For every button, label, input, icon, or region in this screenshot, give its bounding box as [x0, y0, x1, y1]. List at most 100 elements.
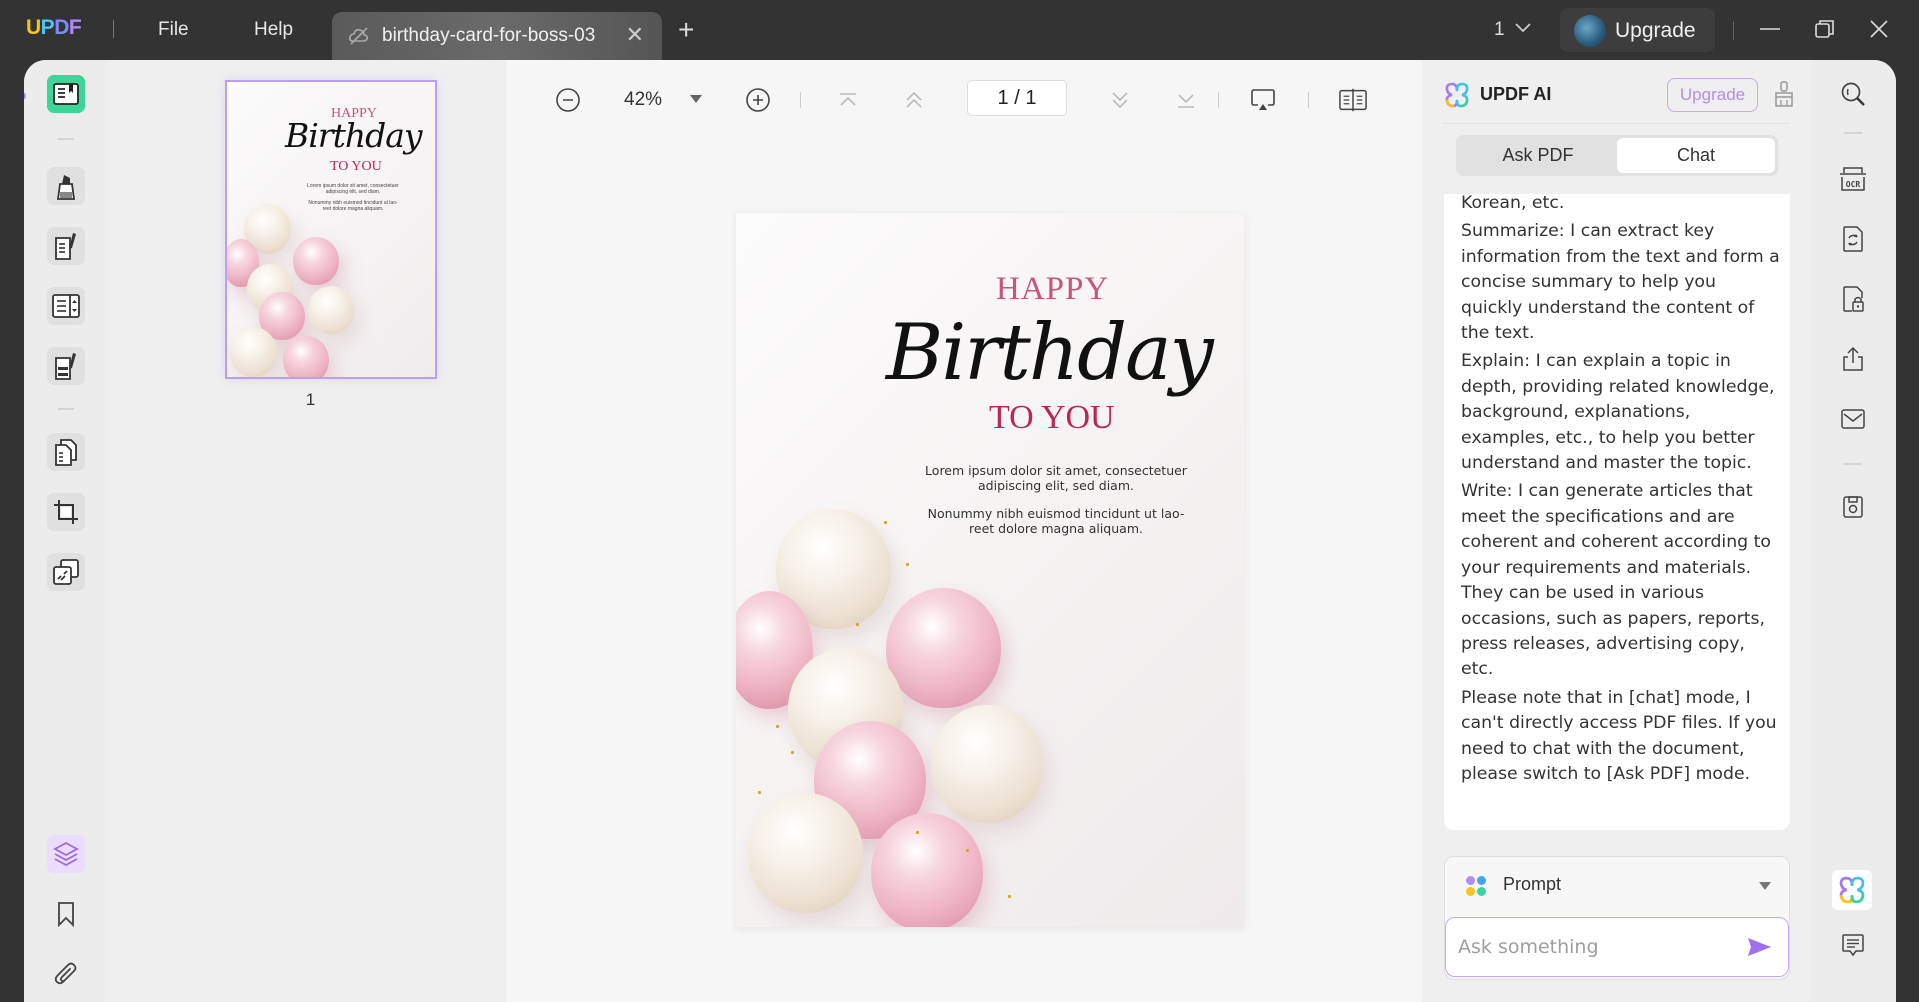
form-button[interactable] [47, 287, 85, 325]
page-display-button[interactable] [1339, 86, 1367, 114]
svg-text:OCR: OCR [1846, 180, 1861, 189]
card-birthday-text: Birthday [886, 308, 1214, 398]
bookmark-icon [58, 902, 74, 927]
zoom-out-icon [556, 88, 580, 112]
layers-button[interactable] [47, 835, 85, 873]
fill-sign-button[interactable] [47, 347, 85, 385]
page-number-input[interactable]: 1 / 1 [967, 80, 1067, 116]
prompt-selector[interactable]: Prompt [1503, 874, 1561, 895]
ask-input-box [1445, 917, 1789, 977]
prompt-dropdown-icon[interactable] [1759, 882, 1771, 890]
page-thumbnail[interactable]: HAPPY Birthday TO YOU Lorem ipsum dolor … [225, 80, 437, 379]
document-viewer: 42% 1 / 1 HAPPY Birthday TO YOU Lorem ip… [507, 60, 1422, 1002]
tab-chat[interactable]: Chat [1617, 138, 1775, 173]
ai-assistant-panel: UPDF AI Upgrade Ask PDF Chat Korean, etc… [1422, 60, 1810, 1002]
rail-divider [1844, 132, 1862, 134]
updf-logo: UPDF [26, 16, 82, 39]
ai-upgrade-button[interactable]: Upgrade [1667, 78, 1758, 112]
comments-button[interactable] [1838, 930, 1868, 960]
balloon-image [748, 793, 863, 913]
previous-page-button[interactable] [900, 86, 928, 114]
ask-input[interactable] [1458, 932, 1728, 962]
attachment-button[interactable] [47, 955, 85, 993]
prompt-composer: Prompt [1444, 856, 1790, 980]
zoom-in-button[interactable] [744, 86, 772, 114]
prompt-icon [1466, 876, 1486, 896]
unsynced-cloud-icon [349, 27, 368, 45]
edit-pdf-button[interactable] [47, 227, 85, 265]
toolbar-separator [1308, 92, 1309, 108]
document-tab[interactable]: birthday-card-for-boss-03 ✕ [332, 12, 662, 60]
thumb-toyou: TO YOU [330, 159, 382, 174]
close-window-icon[interactable] [1866, 16, 1892, 42]
edit-document-icon [55, 233, 76, 260]
toolbar-separator [1218, 92, 1219, 108]
new-tab-button[interactable]: + [678, 14, 694, 46]
next-page-button[interactable] [1106, 86, 1134, 114]
form-icon [52, 294, 80, 318]
menu-help[interactable]: Help [254, 19, 293, 41]
window-count[interactable]: 1 [1494, 19, 1505, 41]
clear-chat-icon[interactable] [1772, 80, 1796, 108]
upgrade-button[interactable]: Upgrade [1560, 8, 1715, 52]
minimize-icon[interactable] [1757, 16, 1783, 42]
close-tab-icon[interactable]: ✕ [626, 22, 644, 48]
confetti [791, 751, 794, 754]
tab-ask-pdf[interactable]: Ask PDF [1459, 138, 1617, 173]
chat-message-area[interactable]: Korean, etc. Summarize: I can extract ke… [1444, 194, 1790, 830]
protect-button[interactable] [1838, 284, 1868, 314]
card-happy-text: HAPPY [996, 271, 1110, 307]
rail-divider [58, 138, 74, 140]
slideshow-icon [1251, 89, 1275, 110]
confetti [906, 563, 909, 566]
thumb-para: Lorem ipsum dolor sit amet, consectetuer… [307, 183, 399, 212]
convert-icon [1843, 226, 1863, 252]
right-tool-rail: OCR [1810, 60, 1896, 1002]
toolbar-separator [800, 92, 801, 108]
bookmark-button[interactable] [47, 895, 85, 933]
watermark-button[interactable] [47, 553, 85, 591]
presentation-button[interactable] [1249, 86, 1277, 114]
pdf-page[interactable]: HAPPY Birthday TO YOU Lorem ipsum dolor … [736, 213, 1244, 927]
search-button[interactable] [1838, 79, 1868, 109]
crop-button[interactable] [47, 493, 85, 531]
sign-icon [55, 353, 76, 380]
avatar [1574, 15, 1606, 47]
confetti [758, 791, 761, 794]
zoom-out-button[interactable] [554, 86, 582, 114]
thumb-balloon [308, 286, 354, 334]
confetti [916, 831, 919, 834]
last-page-icon [1178, 94, 1194, 108]
card-paragraph-2: Nonummy nibh euismod tincidunt ut lao-re… [927, 506, 1185, 536]
updf-ai-logo-icon [1445, 82, 1469, 108]
ocr-button[interactable]: OCR [1838, 164, 1868, 194]
pages-icon [55, 439, 77, 466]
menu-file[interactable]: File [158, 19, 189, 41]
comment-list-icon [1842, 934, 1864, 957]
balloon-image [931, 705, 1043, 823]
comment-tool-button[interactable] [47, 167, 85, 205]
email-button[interactable] [1838, 404, 1868, 434]
first-page-button[interactable] [834, 86, 862, 114]
zoom-dropdown-icon[interactable] [690, 95, 702, 103]
last-page-button[interactable] [1172, 86, 1200, 114]
save-button[interactable] [1838, 492, 1868, 522]
rail-divider [58, 408, 74, 410]
confetti [884, 521, 887, 524]
share-button[interactable] [1838, 344, 1868, 374]
title-bar: UPDF File Help birthday-card-for-boss-03… [0, 0, 1919, 60]
confetti [966, 849, 969, 852]
send-icon[interactable] [1746, 936, 1772, 958]
highlighter-icon [56, 175, 76, 200]
reader-mode-button[interactable] [47, 75, 85, 113]
organize-pages-button[interactable] [47, 433, 85, 471]
zoom-level[interactable]: 42% [624, 89, 662, 111]
updf-ai-button[interactable] [1832, 870, 1872, 910]
convert-button[interactable] [1838, 224, 1868, 254]
thumb-balloon [293, 237, 339, 285]
chevron-down-icon[interactable] [1514, 20, 1532, 34]
ai-header-divider [1442, 123, 1790, 124]
lock-document-icon [1843, 286, 1864, 312]
zoom-in-icon [746, 88, 770, 112]
restore-icon[interactable] [1812, 16, 1838, 42]
